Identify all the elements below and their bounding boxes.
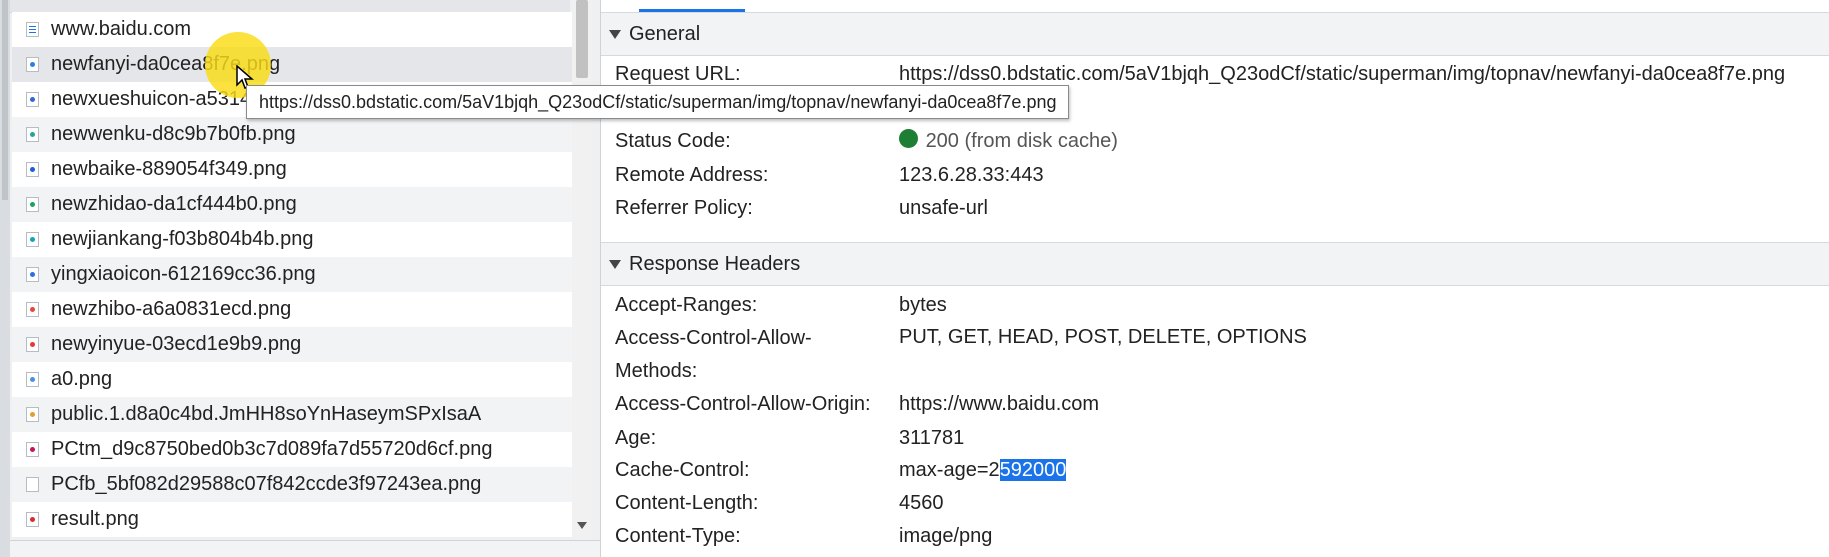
url-tooltip: https://dss0.bdstatic.com/5aV1bjqh_Q23od… (246, 85, 1070, 119)
accept-ranges-value: bytes (899, 294, 947, 316)
request-list-item[interactable]: www.baidu.com (12, 12, 572, 47)
image-file-icon (26, 162, 39, 177)
content-type-row: Content-Type: image/png (615, 521, 1815, 551)
request-list-item[interactable]: newzhidao-da1cf444b0.png (12, 187, 572, 222)
accept-ranges-label: Accept-Ranges: (615, 294, 758, 316)
request-name: yingxiaoicon-612169cc36.png (51, 263, 316, 285)
age-row: Age: 311781 (615, 423, 1815, 453)
image-file-icon (26, 442, 39, 457)
image-file-icon (26, 337, 39, 352)
request-list-pane: www.baidu.com newfanyi-da0cea8f7e.png newx… (0, 0, 601, 557)
image-file-icon (26, 57, 39, 72)
expand-triangle-icon[interactable] (609, 259, 621, 269)
request-name: PCtm_d9c8750bed0b3c7d089fa7d55720d6cf.pn… (51, 438, 493, 460)
remote-address-value: 123.6.28.33:443 (899, 164, 1044, 186)
request-name: newwenku-d8c9b7b0fb.png (51, 123, 296, 145)
scroll-down-arrow-icon[interactable] (577, 522, 587, 529)
image-file-icon (26, 197, 39, 212)
request-list-item[interactable]: PCfb_5bf082d29588c07f842ccde3f97243ea.pn… (12, 467, 572, 502)
left-edge-scrollbar[interactable] (0, 0, 10, 557)
image-file-icon (26, 302, 39, 317)
access-control-allow-origin-label: Access-Control-Allow-Origin: (615, 393, 871, 415)
status-bar (10, 540, 600, 557)
content-length-row: Content-Length: 4560 (615, 488, 1815, 518)
response-headers-section-title: Response Headers (629, 252, 801, 275)
request-name: newzhibo-a6a0831ecd.png (51, 298, 292, 320)
referrer-policy-value: unsafe-url (899, 197, 988, 219)
acam-label-line2: Methods: (615, 360, 698, 382)
access-control-allow-methods-row: Access-Control-Allow- Methods: PUT, GET,… (615, 322, 1815, 388)
request-list-scrollbar[interactable] (572, 0, 592, 540)
response-headers-section-header[interactable]: Response Headers (601, 242, 1829, 286)
request-name: newxueshuicon-a5314 (51, 88, 252, 110)
referrer-policy-row: Referrer Policy: unsafe-url (615, 193, 1815, 223)
request-name: PCfb_5bf082d29588c07f842ccde3f97243ea.pn… (51, 473, 482, 495)
request-name: newbaike-889054f349.png (51, 158, 287, 180)
request-list-item[interactable]: PCtm_d9c8750bed0b3c7d089fa7d55720d6cf.pn… (12, 432, 572, 467)
image-file-icon (26, 372, 39, 387)
cache-control-label: Cache-Control: (615, 459, 750, 481)
status-ok-dot-icon (899, 129, 918, 148)
access-control-allow-origin-value: https://www.baidu.com (899, 393, 1100, 415)
content-length-label: Content-Length: (615, 492, 759, 514)
request-name: www.baidu.com (51, 18, 192, 40)
headers-pane: General Request URL: https://dss0.bdstat… (601, 0, 1829, 557)
status-code-text: 200 (from disk cache) (925, 130, 1118, 152)
general-section-header[interactable]: General (601, 12, 1829, 56)
request-name: newfanyi-da0cea8f7e.png (51, 53, 281, 75)
age-label: Age: (615, 427, 657, 449)
content-length-value: 4560 (899, 492, 944, 514)
access-control-allow-methods-value: PUT, GET, HEAD, POST, DELETE, OPTIONS (899, 326, 1307, 348)
cache-control-selected-text[interactable]: 592000 (999, 459, 1067, 481)
request-list-item[interactable]: result.png (12, 502, 572, 537)
expand-triangle-icon[interactable] (609, 29, 621, 39)
request-list-item[interactable]: newyinyue-03ecd1e9b9.png (12, 327, 572, 362)
status-code-value: 200 (from disk cache) (899, 126, 1118, 156)
request-list-item[interactable]: a0.png (12, 362, 572, 397)
referrer-policy-label: Referrer Policy: (615, 197, 753, 219)
status-code-label: Status Code: (615, 130, 731, 152)
content-type-label: Content-Type: (615, 525, 741, 547)
request-list-scroll-thumb[interactable] (576, 0, 588, 78)
image-file-icon (26, 127, 39, 142)
cache-control-prefix: max-age=2 (899, 459, 1000, 481)
request-list-item[interactable]: yingxiaoicon-612169cc36.png (12, 257, 572, 292)
access-control-allow-methods-label: Access-Control-Allow- Methods: (615, 322, 885, 388)
request-name: newyinyue-03ecd1e9b9.png (51, 333, 302, 355)
request-list-item[interactable]: public.1.d8a0c4bd.JmHH8soYnHaseymSPxIsaA (12, 397, 572, 432)
access-control-allow-origin-row: Access-Control-Allow-Origin: https://www… (615, 389, 1815, 419)
request-list-item[interactable]: newbaike-889054f349.png (12, 152, 572, 187)
request-name: result.png (51, 508, 139, 530)
request-name: a0.png (51, 368, 113, 390)
left-edge-scroll-thumb[interactable] (2, 0, 8, 200)
content-type-value: image/png (899, 525, 993, 547)
remote-address-row: Remote Address: 123.6.28.33:443 (615, 160, 1815, 190)
accept-ranges-row: Accept-Ranges: bytes (615, 290, 1815, 320)
request-name: newjiankang-f03b804b4b.png (51, 228, 314, 250)
image-file-icon (26, 92, 39, 107)
request-list-item[interactable]: newwenku-d8c9b7b0fb.png (12, 117, 572, 152)
document-icon (26, 22, 39, 37)
image-file-icon (26, 267, 39, 282)
image-file-icon (26, 512, 39, 527)
remote-address-label: Remote Address: (615, 164, 769, 186)
acam-label-line1: Access-Control-Allow- (615, 327, 812, 349)
request-list-item[interactable]: newfanyi-da0cea8f7e.png (12, 47, 572, 82)
request-list-item[interactable]: newzhibo-a6a0831ecd.png (12, 292, 572, 327)
image-file-icon (26, 407, 39, 422)
blank-file-icon (26, 477, 39, 492)
request-name: public.1.d8a0c4bd.JmHH8soYnHaseymSPxIsaA (51, 403, 482, 425)
cache-control-row: Cache-Control: max-age=2592000 (615, 455, 1815, 485)
status-code-row: Status Code: 200 (from disk cache) (615, 126, 1815, 156)
age-value: 311781 (899, 427, 965, 449)
request-list-item[interactable]: newjiankang-f03b804b4b.png (12, 222, 572, 257)
cache-control-value[interactable]: max-age=2592000 (899, 455, 1067, 485)
general-section-title: General (629, 22, 701, 45)
request-name: newzhidao-da1cf444b0.png (51, 193, 297, 215)
image-file-icon (26, 232, 39, 247)
